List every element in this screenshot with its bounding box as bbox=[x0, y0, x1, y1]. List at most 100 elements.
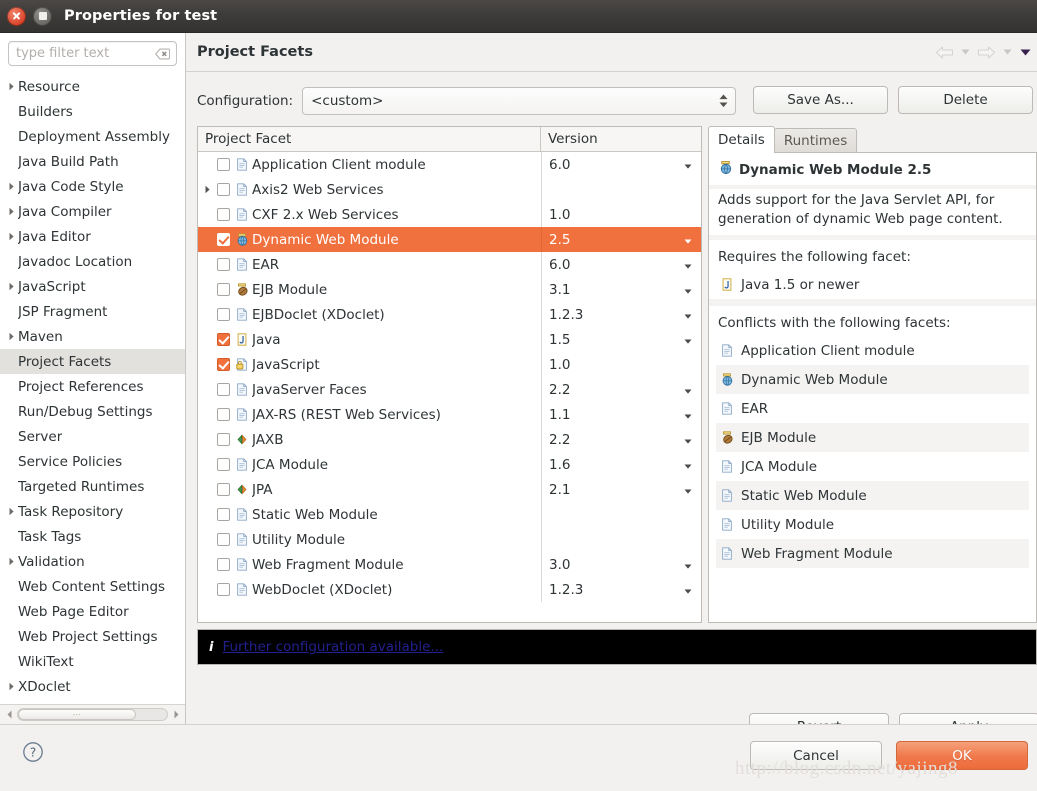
facet-version-cell[interactable]: 1.0 bbox=[541, 352, 701, 377]
column-header-project-facet[interactable]: Project Facet bbox=[198, 127, 541, 151]
table-row[interactable]: Java 1.5 bbox=[198, 327, 701, 352]
expand-triangle-icon[interactable] bbox=[4, 682, 18, 691]
facet-version-cell[interactable]: 6.0 bbox=[541, 252, 701, 277]
close-icon[interactable] bbox=[7, 6, 26, 26]
column-header-version[interactable]: Version bbox=[541, 127, 701, 151]
sidebar-item-xdoclet[interactable]: XDoclet bbox=[0, 674, 185, 699]
facet-checkbox[interactable] bbox=[214, 408, 232, 421]
checkbox-box[interactable] bbox=[216, 408, 230, 421]
checkbox-box[interactable] bbox=[216, 433, 230, 446]
facet-checkbox[interactable] bbox=[214, 283, 232, 296]
back-arrow-icon[interactable] bbox=[933, 42, 955, 62]
facet-version-cell[interactable]: 2.1 bbox=[541, 477, 701, 502]
table-row[interactable]: EJBDoclet (XDoclet) 1.2.3 bbox=[198, 302, 701, 327]
checkbox-box[interactable] bbox=[216, 258, 230, 271]
facet-name-cell[interactable]: Web Fragment Module bbox=[198, 552, 541, 577]
facet-checkbox[interactable] bbox=[214, 433, 232, 446]
facet-version-cell[interactable]: 6.0 bbox=[541, 152, 701, 177]
sidebar-item-resource[interactable]: Resource bbox=[0, 74, 185, 99]
version-chevron-down-icon[interactable] bbox=[684, 332, 692, 348]
expand-triangle-icon[interactable] bbox=[201, 185, 214, 194]
facet-name-cell[interactable]: EJB Module bbox=[198, 277, 541, 302]
configuration-combo[interactable]: <custom> bbox=[302, 87, 737, 115]
facet-version-cell[interactable]: 1.6 bbox=[541, 452, 701, 477]
sidebar-item-java-compiler[interactable]: Java Compiler bbox=[0, 199, 185, 224]
table-row[interactable]: Application Client module 6.0 bbox=[198, 152, 701, 177]
filter-box[interactable] bbox=[8, 41, 177, 66]
facet-checkbox[interactable] bbox=[214, 183, 232, 196]
checkbox-box[interactable] bbox=[216, 483, 230, 496]
facet-checkbox[interactable] bbox=[214, 383, 232, 396]
sidebar-item-maven[interactable]: Maven bbox=[0, 324, 185, 349]
checkbox-box[interactable] bbox=[216, 333, 230, 346]
facet-version-cell[interactable] bbox=[541, 502, 701, 527]
table-row[interactable]: JavaServer Faces 2.2 bbox=[198, 377, 701, 402]
sidebar-item-java-code-style[interactable]: Java Code Style bbox=[0, 174, 185, 199]
cancel-button[interactable]: Cancel bbox=[750, 741, 882, 770]
sidebar-horizontal-scrollbar[interactable]: ⋯ bbox=[0, 704, 185, 724]
sidebar-item-web-page-editor[interactable]: Web Page Editor bbox=[0, 599, 185, 624]
sidebar-item-server[interactable]: Server bbox=[0, 424, 185, 449]
search-input[interactable] bbox=[9, 42, 176, 65]
table-row[interactable]: Dynamic Web Module 2.5 bbox=[198, 227, 701, 252]
facet-name-cell[interactable]: JPA bbox=[198, 477, 541, 502]
checkbox-box[interactable] bbox=[216, 558, 230, 571]
facet-name-cell[interactable]: JAX-RS (REST Web Services) bbox=[198, 402, 541, 427]
sidebar-item-web-project-settings[interactable]: Web Project Settings bbox=[0, 624, 185, 649]
checkbox-box[interactable] bbox=[216, 458, 230, 471]
facet-name-cell[interactable]: CXF 2.x Web Services bbox=[198, 202, 541, 227]
view-menu-chevron-down-icon[interactable] bbox=[1017, 42, 1033, 62]
facet-name-cell[interactable]: JavaServer Faces bbox=[198, 377, 541, 402]
sidebar-item-web-content-settings[interactable]: Web Content Settings bbox=[0, 574, 185, 599]
facet-checkbox[interactable] bbox=[214, 458, 232, 471]
facet-checkbox[interactable] bbox=[214, 258, 232, 271]
sidebar-item-deployment-assembly[interactable]: Deployment Assembly bbox=[0, 124, 185, 149]
table-row[interactable]: JCA Module 1.6 bbox=[198, 452, 701, 477]
facet-name-cell[interactable]: EJBDoclet (XDoclet) bbox=[198, 302, 541, 327]
facet-checkbox[interactable] bbox=[214, 508, 232, 521]
table-row[interactable]: JAX-RS (REST Web Services) 1.1 bbox=[198, 402, 701, 427]
sidebar-item-jsp-fragment[interactable]: JSP Fragment bbox=[0, 299, 185, 324]
facet-name-cell[interactable]: Application Client module bbox=[198, 152, 541, 177]
table-row[interactable]: JavaScript 1.0 bbox=[198, 352, 701, 377]
facet-name-cell[interactable]: Dynamic Web Module bbox=[198, 227, 541, 252]
scroll-left-icon[interactable] bbox=[2, 708, 16, 722]
facet-name-cell[interactable]: Java bbox=[198, 327, 541, 352]
facet-version-cell[interactable]: 1.2.3 bbox=[541, 302, 701, 327]
facet-checkbox[interactable] bbox=[214, 208, 232, 221]
checkbox-box[interactable] bbox=[216, 583, 230, 596]
checkbox-box[interactable] bbox=[216, 358, 230, 371]
facet-checkbox[interactable] bbox=[214, 558, 232, 571]
version-chevron-down-icon[interactable] bbox=[684, 282, 692, 298]
facet-version-cell[interactable]: 1.1 bbox=[541, 402, 701, 427]
expand-triangle-icon[interactable] bbox=[4, 332, 18, 341]
facet-name-cell[interactable]: JCA Module bbox=[198, 452, 541, 477]
tab-details[interactable]: Details bbox=[708, 126, 775, 153]
facet-version-cell[interactable]: 3.0 bbox=[541, 552, 701, 577]
sidebar-item-java-build-path[interactable]: Java Build Path bbox=[0, 149, 185, 174]
facet-checkbox[interactable] bbox=[214, 483, 232, 496]
version-chevron-down-icon[interactable] bbox=[684, 232, 692, 248]
checkbox-box[interactable] bbox=[216, 533, 230, 546]
facet-checkbox[interactable] bbox=[214, 358, 232, 371]
table-row[interactable]: Web Fragment Module 3.0 bbox=[198, 552, 701, 577]
facet-version-cell[interactable]: 1.0 bbox=[541, 202, 701, 227]
expand-triangle-icon[interactable] bbox=[4, 82, 18, 91]
sidebar-item-project-references[interactable]: Project References bbox=[0, 374, 185, 399]
save-as-button[interactable]: Save As... bbox=[753, 86, 888, 114]
facet-checkbox[interactable] bbox=[214, 158, 232, 171]
sidebar-item-task-tags[interactable]: Task Tags bbox=[0, 524, 185, 549]
version-chevron-down-icon[interactable] bbox=[684, 482, 692, 498]
facet-name-cell[interactable]: Utility Module bbox=[198, 527, 541, 552]
version-chevron-down-icon[interactable] bbox=[684, 307, 692, 323]
version-chevron-down-icon[interactable] bbox=[684, 582, 692, 598]
sidebar-item-project-facets[interactable]: Project Facets bbox=[0, 349, 185, 374]
clear-icon[interactable] bbox=[154, 48, 171, 59]
further-configuration-link[interactable]: Further configuration available... bbox=[222, 639, 443, 655]
expand-triangle-icon[interactable] bbox=[4, 232, 18, 241]
checkbox-box[interactable] bbox=[216, 508, 230, 521]
facet-checkbox[interactable] bbox=[214, 233, 232, 246]
expand-triangle-icon[interactable] bbox=[4, 182, 18, 191]
expand-triangle-icon[interactable] bbox=[4, 507, 18, 516]
sidebar-item-task-repository[interactable]: Task Repository bbox=[0, 499, 185, 524]
